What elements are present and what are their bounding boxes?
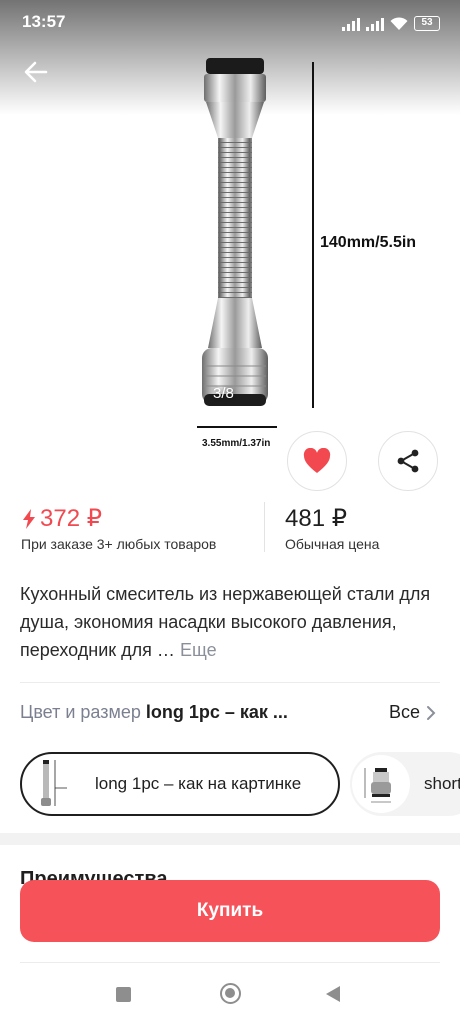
price-row: 372 ₽ При заказе 3+ любых товаров 481 ₽ … — [0, 500, 460, 560]
sale-price-value: 372 ₽ — [40, 505, 102, 532]
back-triangle-icon[interactable] — [326, 986, 340, 1002]
share-button[interactable] — [378, 431, 438, 491]
image-counter: 3/8 — [213, 385, 234, 402]
divider — [20, 962, 440, 963]
heart-icon — [303, 448, 331, 473]
favorite-button[interactable] — [287, 431, 347, 491]
variant-thumbnail — [352, 755, 410, 813]
back-button[interactable] — [18, 54, 54, 90]
status-icons: 53 — [342, 13, 440, 31]
product-title[interactable]: Кухонный смеситель из нержавеющей стали … — [20, 580, 440, 664]
variant-option-label: short — [424, 774, 460, 793]
wifi-icon — [390, 17, 408, 30]
product-photo — [202, 58, 268, 406]
status-time: 13:57 — [22, 12, 66, 31]
variant-selector[interactable]: Цвет и размер long 1pc – как ... Все — [20, 702, 440, 734]
battery-icon: 53 — [414, 16, 440, 31]
variant-option-label: long 1pc – как на картинке — [95, 774, 302, 793]
sale-price: 372 ₽ — [22, 504, 102, 533]
status-bar: 13:57 53 — [0, 0, 460, 44]
regular-price-note: Обычная цена — [285, 536, 380, 552]
variant-label: Цвет и размер — [20, 702, 141, 722]
see-all-variants-button[interactable]: Все — [389, 702, 436, 723]
system-navigation-bar — [0, 970, 460, 1024]
signal-icon-2 — [366, 17, 384, 31]
variant-value: long 1pc – как ... — [145, 702, 288, 722]
price-divider — [264, 502, 265, 552]
section-separator — [0, 833, 460, 845]
arrow-left-icon — [24, 61, 48, 83]
chevron-right-icon — [427, 705, 436, 720]
height-dimension-label: 140mm/5.5in — [320, 234, 417, 251]
faucet-short-thumbnail — [364, 768, 391, 803]
variant-option-long[interactable]: long 1pc – как на картинке — [20, 752, 340, 816]
lightning-icon — [23, 508, 35, 529]
width-dimension-label: 3.55mm/1.37in — [202, 438, 271, 449]
variant-thumbnail — [25, 756, 81, 812]
buy-button[interactable]: Купить — [20, 880, 440, 942]
divider — [20, 682, 440, 683]
product-image-carousel[interactable]: 140mm/5.5in 3.55mm/1.37in 3/8 13:57 53 — [0, 0, 460, 470]
regular-price: 481 ₽ — [285, 505, 347, 532]
sale-price-note: При заказе 3+ любых товаров — [21, 536, 217, 552]
see-all-label: Все — [388, 702, 420, 722]
share-icon — [397, 449, 419, 473]
product-title-text: Кухонный смеситель из нержавеющей стали … — [20, 584, 431, 660]
show-more-link[interactable]: Еще — [180, 640, 217, 660]
width-dimension-line — [197, 426, 277, 428]
recent-apps-icon[interactable] — [116, 987, 131, 1002]
height-dimension-line — [312, 62, 314, 408]
home-icon[interactable] — [220, 983, 241, 1004]
variant-option-short[interactable]: short — [350, 752, 460, 816]
faucet-long-thumbnail — [41, 760, 67, 806]
signal-icon — [342, 17, 360, 31]
